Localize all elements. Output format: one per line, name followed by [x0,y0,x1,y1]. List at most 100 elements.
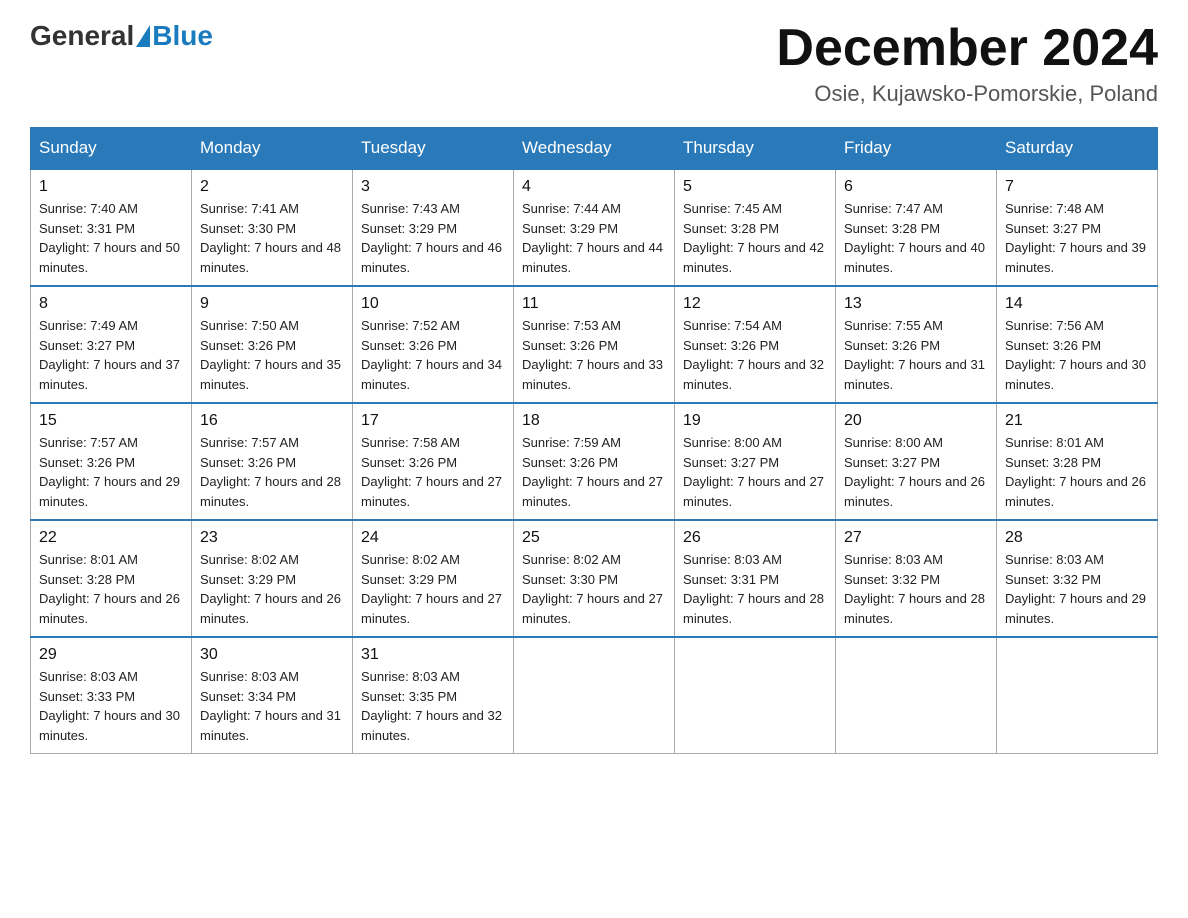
day-info: Sunrise: 8:03 AMSunset: 3:31 PMDaylight:… [683,552,824,626]
day-info: Sunrise: 7:48 AMSunset: 3:27 PMDaylight:… [1005,201,1146,275]
day-info: Sunrise: 8:02 AMSunset: 3:30 PMDaylight:… [522,552,663,626]
logo-general-text: General [30,20,134,52]
day-number: 5 [683,178,827,196]
day-number: 28 [1005,529,1149,547]
day-info: Sunrise: 8:02 AMSunset: 3:29 PMDaylight:… [361,552,502,626]
day-info: Sunrise: 8:03 AMSunset: 3:33 PMDaylight:… [39,669,180,743]
day-info: Sunrise: 8:03 AMSunset: 3:32 PMDaylight:… [1005,552,1146,626]
day-info: Sunrise: 8:00 AMSunset: 3:27 PMDaylight:… [844,435,985,509]
day-info: Sunrise: 7:57 AMSunset: 3:26 PMDaylight:… [39,435,180,509]
calendar-cell: 10 Sunrise: 7:52 AMSunset: 3:26 PMDaylig… [353,286,514,403]
day-info: Sunrise: 7:49 AMSunset: 3:27 PMDaylight:… [39,318,180,392]
col-header-friday: Friday [836,128,997,170]
col-header-saturday: Saturday [997,128,1158,170]
day-info: Sunrise: 8:03 AMSunset: 3:35 PMDaylight:… [361,669,502,743]
day-number: 29 [39,646,183,664]
logo-triangle-icon [136,25,150,47]
day-info: Sunrise: 7:58 AMSunset: 3:26 PMDaylight:… [361,435,502,509]
day-number: 15 [39,412,183,430]
day-number: 20 [844,412,988,430]
calendar-cell: 13 Sunrise: 7:55 AMSunset: 3:26 PMDaylig… [836,286,997,403]
page-header: General Blue December 2024 Osie, Kujawsk… [30,20,1158,107]
month-year-title: December 2024 [776,20,1158,77]
day-number: 30 [200,646,344,664]
calendar-cell: 22 Sunrise: 8:01 AMSunset: 3:28 PMDaylig… [31,520,192,637]
calendar-cell: 2 Sunrise: 7:41 AMSunset: 3:30 PMDayligh… [192,169,353,286]
day-number: 3 [361,178,505,196]
day-info: Sunrise: 7:55 AMSunset: 3:26 PMDaylight:… [844,318,985,392]
calendar-cell: 15 Sunrise: 7:57 AMSunset: 3:26 PMDaylig… [31,403,192,520]
calendar-cell: 25 Sunrise: 8:02 AMSunset: 3:30 PMDaylig… [514,520,675,637]
calendar-cell: 12 Sunrise: 7:54 AMSunset: 3:26 PMDaylig… [675,286,836,403]
calendar-cell: 1 Sunrise: 7:40 AMSunset: 3:31 PMDayligh… [31,169,192,286]
title-section: December 2024 Osie, Kujawsko-Pomorskie, … [776,20,1158,107]
day-number: 14 [1005,295,1149,313]
calendar-cell [836,637,997,754]
day-number: 24 [361,529,505,547]
day-info: Sunrise: 8:01 AMSunset: 3:28 PMDaylight:… [1005,435,1146,509]
day-info: Sunrise: 7:54 AMSunset: 3:26 PMDaylight:… [683,318,824,392]
day-info: Sunrise: 8:01 AMSunset: 3:28 PMDaylight:… [39,552,180,626]
day-number: 12 [683,295,827,313]
day-info: Sunrise: 7:45 AMSunset: 3:28 PMDaylight:… [683,201,824,275]
day-info: Sunrise: 7:50 AMSunset: 3:26 PMDaylight:… [200,318,341,392]
calendar-cell: 31 Sunrise: 8:03 AMSunset: 3:35 PMDaylig… [353,637,514,754]
day-info: Sunrise: 7:43 AMSunset: 3:29 PMDaylight:… [361,201,502,275]
calendar-cell: 4 Sunrise: 7:44 AMSunset: 3:29 PMDayligh… [514,169,675,286]
calendar-cell: 3 Sunrise: 7:43 AMSunset: 3:29 PMDayligh… [353,169,514,286]
day-number: 23 [200,529,344,547]
day-number: 4 [522,178,666,196]
day-number: 9 [200,295,344,313]
day-info: Sunrise: 7:47 AMSunset: 3:28 PMDaylight:… [844,201,985,275]
day-info: Sunrise: 7:40 AMSunset: 3:31 PMDaylight:… [39,201,180,275]
calendar-cell: 19 Sunrise: 8:00 AMSunset: 3:27 PMDaylig… [675,403,836,520]
col-header-sunday: Sunday [31,128,192,170]
day-number: 21 [1005,412,1149,430]
calendar-cell: 27 Sunrise: 8:03 AMSunset: 3:32 PMDaylig… [836,520,997,637]
calendar-week-2: 8 Sunrise: 7:49 AMSunset: 3:27 PMDayligh… [31,286,1158,403]
calendar-cell: 7 Sunrise: 7:48 AMSunset: 3:27 PMDayligh… [997,169,1158,286]
calendar-cell: 30 Sunrise: 8:03 AMSunset: 3:34 PMDaylig… [192,637,353,754]
day-number: 31 [361,646,505,664]
day-number: 16 [200,412,344,430]
calendar-cell [997,637,1158,754]
day-number: 17 [361,412,505,430]
day-info: Sunrise: 7:59 AMSunset: 3:26 PMDaylight:… [522,435,663,509]
day-number: 7 [1005,178,1149,196]
day-number: 2 [200,178,344,196]
calendar-table: Sunday Monday Tuesday Wednesday Thursday… [30,127,1158,754]
day-number: 11 [522,295,666,313]
day-number: 19 [683,412,827,430]
calendar-cell: 29 Sunrise: 8:03 AMSunset: 3:33 PMDaylig… [31,637,192,754]
day-info: Sunrise: 7:53 AMSunset: 3:26 PMDaylight:… [522,318,663,392]
location-subtitle: Osie, Kujawsko-Pomorskie, Poland [776,81,1158,107]
col-header-wednesday: Wednesday [514,128,675,170]
day-info: Sunrise: 7:52 AMSunset: 3:26 PMDaylight:… [361,318,502,392]
calendar-cell: 24 Sunrise: 8:02 AMSunset: 3:29 PMDaylig… [353,520,514,637]
day-number: 26 [683,529,827,547]
calendar-cell: 11 Sunrise: 7:53 AMSunset: 3:26 PMDaylig… [514,286,675,403]
day-number: 25 [522,529,666,547]
day-number: 22 [39,529,183,547]
calendar-cell: 20 Sunrise: 8:00 AMSunset: 3:27 PMDaylig… [836,403,997,520]
calendar-cell: 18 Sunrise: 7:59 AMSunset: 3:26 PMDaylig… [514,403,675,520]
day-info: Sunrise: 7:56 AMSunset: 3:26 PMDaylight:… [1005,318,1146,392]
calendar-cell: 14 Sunrise: 7:56 AMSunset: 3:26 PMDaylig… [997,286,1158,403]
day-number: 18 [522,412,666,430]
calendar-header-row: Sunday Monday Tuesday Wednesday Thursday… [31,128,1158,170]
day-info: Sunrise: 8:02 AMSunset: 3:29 PMDaylight:… [200,552,341,626]
col-header-thursday: Thursday [675,128,836,170]
day-info: Sunrise: 8:03 AMSunset: 3:34 PMDaylight:… [200,669,341,743]
day-info: Sunrise: 8:00 AMSunset: 3:27 PMDaylight:… [683,435,824,509]
calendar-cell: 23 Sunrise: 8:02 AMSunset: 3:29 PMDaylig… [192,520,353,637]
calendar-cell: 9 Sunrise: 7:50 AMSunset: 3:26 PMDayligh… [192,286,353,403]
day-number: 10 [361,295,505,313]
calendar-cell: 26 Sunrise: 8:03 AMSunset: 3:31 PMDaylig… [675,520,836,637]
logo-blue-text: Blue [152,20,213,52]
calendar-week-3: 15 Sunrise: 7:57 AMSunset: 3:26 PMDaylig… [31,403,1158,520]
day-number: 1 [39,178,183,196]
calendar-cell: 21 Sunrise: 8:01 AMSunset: 3:28 PMDaylig… [997,403,1158,520]
day-number: 8 [39,295,183,313]
calendar-cell: 6 Sunrise: 7:47 AMSunset: 3:28 PMDayligh… [836,169,997,286]
col-header-tuesday: Tuesday [353,128,514,170]
